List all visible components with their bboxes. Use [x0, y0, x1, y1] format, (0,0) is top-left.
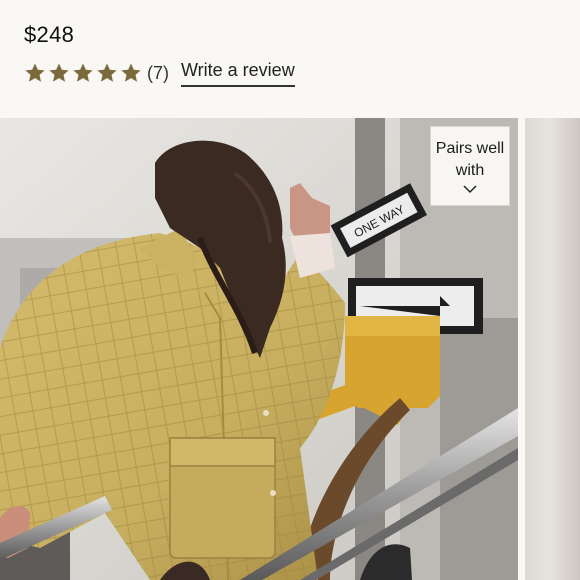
star-rating[interactable]: [24, 62, 142, 84]
write-review-link[interactable]: Write a review: [181, 60, 295, 87]
pairs-well-with-button[interactable]: Pairs well with: [430, 126, 510, 206]
star-icon: [97, 63, 117, 82]
review-count[interactable]: (7): [147, 63, 169, 84]
rating-row: (7) Write a review: [24, 60, 295, 87]
product-title-partial: [0, 0, 580, 6]
product-image-gallery[interactable]: ONE WAY Pairs well with: [0, 118, 580, 580]
star-icon: [121, 63, 141, 82]
star-icon: [25, 63, 45, 82]
next-product-photo[interactable]: [525, 118, 580, 580]
product-price: $248: [24, 22, 75, 47]
star-icon: [73, 63, 93, 82]
star-icon: [49, 63, 69, 82]
pairs-well-with-label: Pairs well with: [435, 140, 505, 179]
chevron-down-icon: [463, 185, 477, 194]
